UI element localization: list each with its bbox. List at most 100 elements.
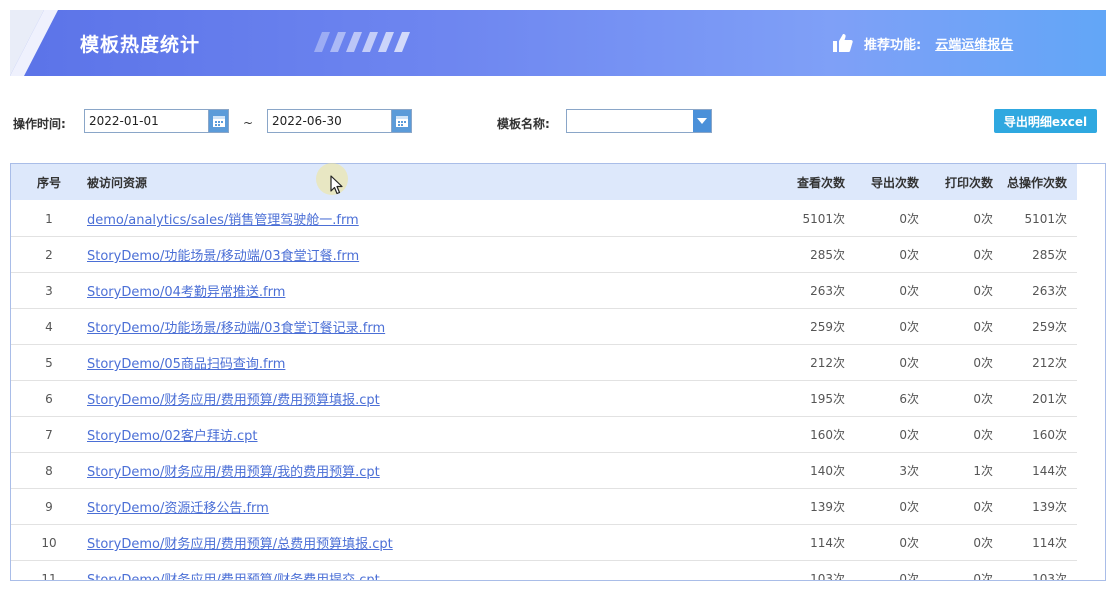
row-total: 5101次	[1024, 212, 1067, 226]
resource-link[interactable]: StoryDemo/功能场景/移动端/03食堂订餐.frm	[87, 249, 359, 264]
row-total: 160次	[1032, 428, 1067, 442]
row-prints: 0次	[973, 392, 993, 406]
col-header-exports: 导出次数	[870, 175, 919, 190]
row-views: 160次	[810, 428, 845, 442]
resource-link[interactable]: demo/analytics/sales/销售管理驾驶舱一.frm	[87, 213, 359, 228]
calendar-icon[interactable]	[391, 110, 411, 132]
row-prints: 1次	[973, 464, 993, 478]
row-exports: 0次	[899, 572, 919, 581]
row-no: 4	[45, 319, 53, 334]
row-no: 1	[45, 211, 53, 226]
resource-link[interactable]: StoryDemo/04考勤异常推送.frm	[87, 285, 285, 300]
resource-link[interactable]: StoryDemo/财务应用/费用预算/费用预算填报.cpt	[87, 393, 380, 408]
row-exports: 3次	[899, 464, 919, 478]
row-no: 8	[45, 463, 53, 478]
row-no: 10	[41, 535, 57, 550]
date-range-separator: ~	[243, 116, 254, 130]
template-name-select[interactable]	[566, 109, 712, 133]
stats-table[interactable]: 序号 被访问资源 查看次数 导出次数 打印次数 总操作次数 1 demo/ana…	[10, 163, 1106, 581]
row-exports: 0次	[899, 212, 919, 226]
chevron-down-icon[interactable]	[693, 110, 711, 132]
row-total: 144次	[1032, 464, 1067, 478]
row-no: 6	[45, 391, 53, 406]
row-views: 5101次	[802, 212, 845, 226]
row-views: 263次	[810, 284, 845, 298]
resource-link[interactable]: StoryDemo/05商品扫码查询.frm	[87, 357, 285, 372]
resource-link[interactable]: StoryDemo/功能场景/移动端/03食堂订餐记录.frm	[87, 321, 385, 336]
col-header-no: 序号	[36, 175, 61, 190]
row-views: 139次	[810, 500, 845, 514]
row-prints: 0次	[973, 428, 993, 442]
row-views: 212次	[810, 356, 845, 370]
table-row: 4 StoryDemo/功能场景/移动端/03食堂订餐记录.frm 259次 0…	[11, 309, 1077, 345]
row-exports: 0次	[899, 320, 919, 334]
row-prints: 0次	[973, 248, 993, 262]
row-no: 5	[45, 355, 53, 370]
row-exports: 0次	[899, 356, 919, 370]
cloud-ops-report-link[interactable]: 云端运维报告	[935, 34, 1013, 53]
mouse-cursor-icon	[330, 175, 343, 195]
table-row: 11 StoryDemo/财务应用/费用预算/财务费用提交.cpt 103次 0…	[11, 561, 1077, 581]
row-no: 2	[45, 247, 53, 262]
col-header-resource: 被访问资源	[87, 175, 148, 190]
table-row: 2 StoryDemo/功能场景/移动端/03食堂订餐.frm 285次 0次 …	[11, 237, 1077, 273]
row-total: 263次	[1032, 284, 1067, 298]
row-prints: 0次	[973, 320, 993, 334]
row-prints: 0次	[973, 284, 993, 298]
thumbs-up-icon	[833, 34, 853, 52]
end-date-value: 2022-06-30	[272, 114, 342, 128]
col-header-prints: 打印次数	[944, 175, 993, 190]
row-views: 195次	[810, 392, 845, 406]
table-row: 1 demo/analytics/sales/销售管理驾驶舱一.frm 5101…	[11, 201, 1077, 237]
table-header: 序号 被访问资源 查看次数 导出次数 打印次数 总操作次数	[11, 164, 1077, 200]
template-name-value	[567, 110, 693, 132]
resource-link[interactable]: StoryDemo/财务应用/费用预算/我的费用预算.cpt	[87, 465, 380, 480]
page-banner: 模板热度统计 推荐功能: 云端运维报告	[10, 10, 1106, 76]
calendar-icon[interactable]	[208, 110, 228, 132]
start-date-value: 2022-01-01	[89, 114, 159, 128]
row-total: 139次	[1032, 500, 1067, 514]
row-views: 140次	[810, 464, 845, 478]
row-exports: 0次	[899, 500, 919, 514]
resource-link[interactable]: StoryDemo/财务应用/费用预算/财务费用提交.cpt	[87, 573, 380, 580]
row-total: 212次	[1032, 356, 1067, 370]
row-exports: 0次	[899, 284, 919, 298]
table-row: 5 StoryDemo/05商品扫码查询.frm 212次 0次 0次 212次	[11, 345, 1077, 381]
table-row: 10 StoryDemo/财务应用/费用预算/总费用预算填报.cpt 114次 …	[11, 525, 1077, 561]
row-views: 259次	[810, 320, 845, 334]
page-title: 模板热度统计	[80, 34, 201, 56]
row-exports: 0次	[899, 248, 919, 262]
col-header-views: 查看次数	[796, 175, 845, 190]
row-views: 285次	[810, 248, 845, 262]
row-no: 3	[45, 283, 53, 298]
resource-link[interactable]: StoryDemo/资源迁移公告.frm	[87, 501, 269, 516]
row-total: 259次	[1032, 320, 1067, 334]
row-total: 285次	[1032, 248, 1067, 262]
operation-time-label: 操作时间:	[13, 117, 66, 131]
table-row: 3 StoryDemo/04考勤异常推送.frm 263次 0次 0次 263次	[11, 273, 1077, 309]
export-excel-button[interactable]: 导出明细excel	[994, 109, 1097, 133]
row-views: 103次	[810, 572, 845, 581]
resource-link[interactable]: StoryDemo/财务应用/费用预算/总费用预算填报.cpt	[87, 537, 393, 552]
row-exports: 6次	[899, 392, 919, 406]
recommend-label: 推荐功能:	[864, 37, 922, 53]
template-name-label: 模板名称:	[497, 117, 550, 131]
row-prints: 0次	[973, 212, 993, 226]
filter-bar: 操作时间: 2022-01-01 ~ 2022-06-30 模板名称: 导出明细…	[0, 108, 1116, 136]
row-prints: 0次	[973, 572, 993, 581]
banner-corner-decoration	[10, 10, 58, 76]
resource-link[interactable]: StoryDemo/02客户拜访.cpt	[87, 429, 258, 444]
end-date-field[interactable]: 2022-06-30	[267, 109, 412, 133]
table-row: 6 StoryDemo/财务应用/费用预算/费用预算填报.cpt 195次 6次…	[11, 381, 1077, 417]
row-exports: 0次	[899, 428, 919, 442]
row-total: 114次	[1032, 536, 1067, 550]
table-row: 9 StoryDemo/资源迁移公告.frm 139次 0次 0次 139次	[11, 489, 1077, 525]
row-views: 114次	[810, 536, 845, 550]
row-total: 103次	[1032, 572, 1067, 581]
recommend-section: 推荐功能: 云端运维报告	[832, 32, 1013, 54]
table-row: 8 StoryDemo/财务应用/费用预算/我的费用预算.cpt 140次 3次…	[11, 453, 1077, 489]
table-row: 7 StoryDemo/02客户拜访.cpt 160次 0次 0次 160次	[11, 417, 1077, 453]
banner-stripes-decoration	[314, 32, 410, 52]
start-date-field[interactable]: 2022-01-01	[84, 109, 229, 133]
row-prints: 0次	[973, 356, 993, 370]
